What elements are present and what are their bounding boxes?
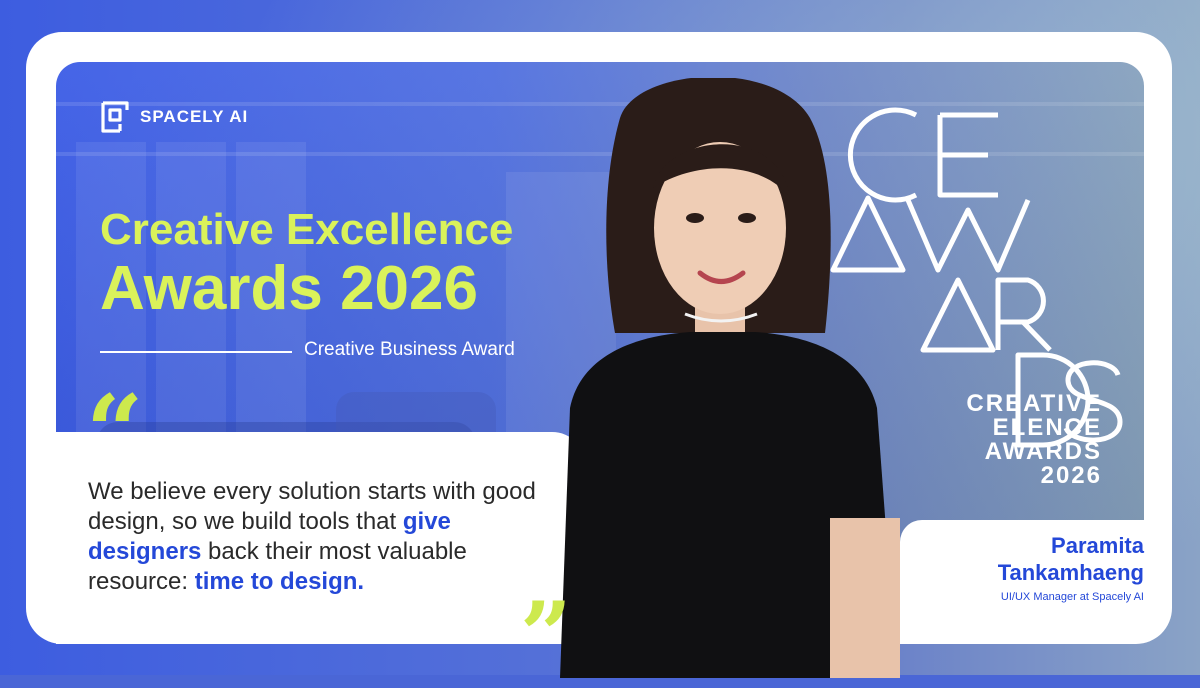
quote-text: We believe every solution starts with go… xyxy=(88,477,558,597)
headline-line-1: Creative Excellence xyxy=(100,205,514,254)
quote-close-icon: ” xyxy=(520,582,572,688)
headline: Creative Excellence Awards 2026 xyxy=(100,205,513,323)
headline-line-2: Awards 2026 xyxy=(100,254,478,323)
quote-open-icon: “ xyxy=(86,373,144,491)
person-first-name: Paramita xyxy=(1051,533,1144,558)
award-divider xyxy=(100,351,292,353)
brand-name: SPACELY AI xyxy=(140,107,249,126)
spacely-logo-icon xyxy=(101,101,129,133)
person-name: Paramita Tankamhaeng xyxy=(998,532,1144,586)
ce-line-year: 2026 xyxy=(1040,462,1102,489)
person-last-name: Tankamhaeng xyxy=(997,560,1144,585)
brand-logo: SPACELY AI xyxy=(100,100,248,134)
award-name: Creative Business Award xyxy=(304,339,515,360)
quote-highlight-2: time to design. xyxy=(194,568,365,595)
quote-part-1: We believe every solution starts with go… xyxy=(88,478,536,535)
person-role: UI/UX Manager at Spacely AI xyxy=(1000,591,1144,603)
